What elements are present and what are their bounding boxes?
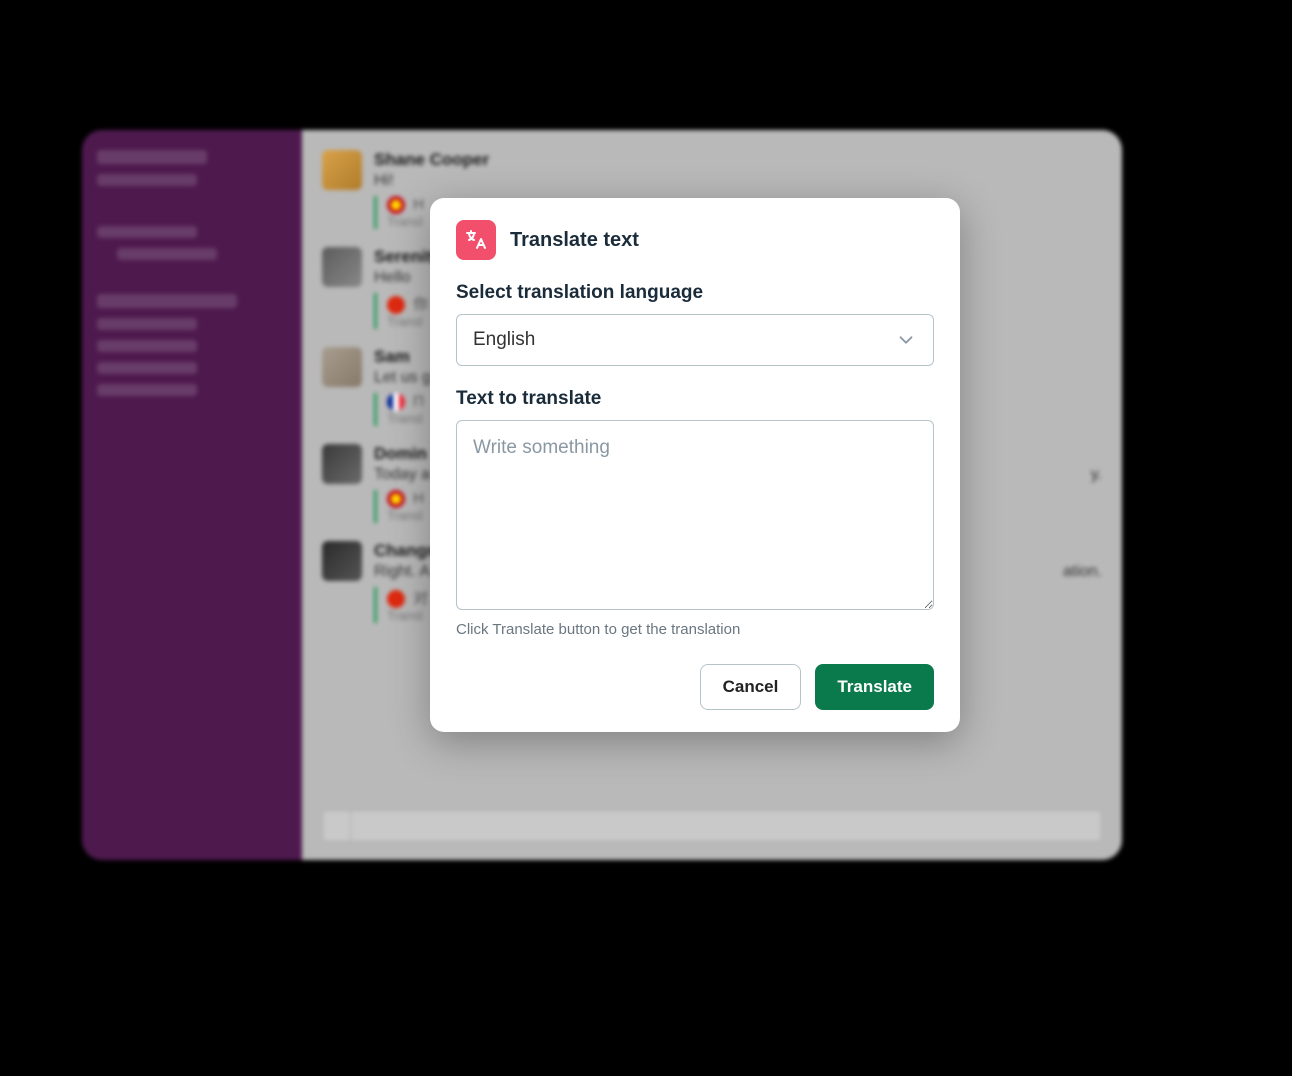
translation-preview: П [413, 393, 424, 410]
text-to-translate-input[interactable] [456, 420, 934, 610]
translation-preview: 对 [413, 590, 428, 607]
compose-action-icon[interactable] [323, 811, 351, 841]
sidebar-placeholder [97, 226, 197, 238]
translate-icon [464, 228, 488, 252]
sidebar [82, 130, 302, 860]
avatar [322, 150, 362, 190]
message-author: Shane Cooper [374, 150, 1102, 170]
sidebar-placeholder [97, 150, 207, 164]
modal-footer: Cancel Translate [456, 664, 934, 710]
language-select-value: English [473, 329, 535, 351]
language-select-label: Select translation language [456, 282, 934, 304]
message-text: Hi! [374, 172, 1102, 190]
modal-header: Translate text [456, 220, 934, 260]
language-select[interactable]: English [456, 314, 934, 366]
avatar [322, 347, 362, 387]
translation-preview: 你 [413, 296, 428, 313]
cancel-button[interactable]: Cancel [700, 664, 802, 710]
chevron-down-icon [895, 329, 917, 351]
avatar [322, 541, 362, 581]
sidebar-placeholder [97, 174, 197, 186]
avatar [322, 247, 362, 287]
modal-title: Translate text [510, 229, 639, 252]
translate-app-icon [456, 220, 496, 260]
avatar [322, 444, 362, 484]
sidebar-placeholder [117, 248, 217, 260]
sidebar-placeholder [97, 294, 237, 308]
text-input-label: Text to translate [456, 388, 934, 410]
help-text: Click Translate button to get the transl… [456, 621, 934, 638]
sidebar-placeholder [97, 318, 197, 330]
flag-icon [387, 590, 405, 608]
translation-preview: H [413, 196, 424, 213]
translate-button[interactable]: Translate [815, 664, 934, 710]
sidebar-placeholder [97, 384, 197, 396]
translate-modal: Translate text Select translation langua… [430, 198, 960, 732]
sidebar-placeholder [97, 362, 197, 374]
sidebar-placeholder [97, 340, 197, 352]
compose-input[interactable] [322, 810, 1102, 842]
flag-icon [387, 196, 405, 214]
flag-icon [387, 490, 405, 508]
flag-icon [387, 393, 405, 411]
flag-icon [387, 296, 405, 314]
translation-preview: H [413, 490, 424, 507]
